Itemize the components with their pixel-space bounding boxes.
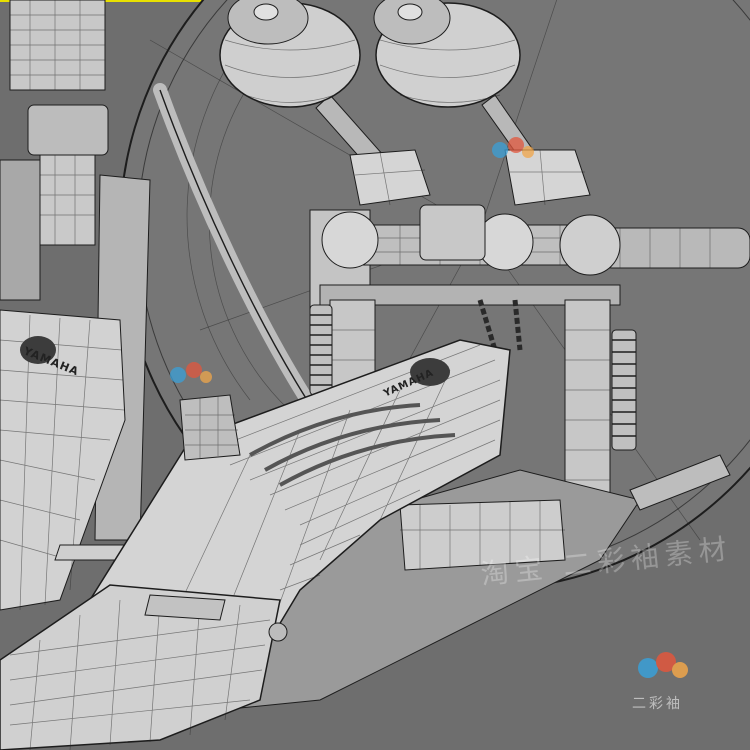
center-linkage — [179, 394, 241, 461]
render-viewport — [0, 0, 750, 750]
watermark-brand: 二彩袖 — [632, 696, 683, 712]
